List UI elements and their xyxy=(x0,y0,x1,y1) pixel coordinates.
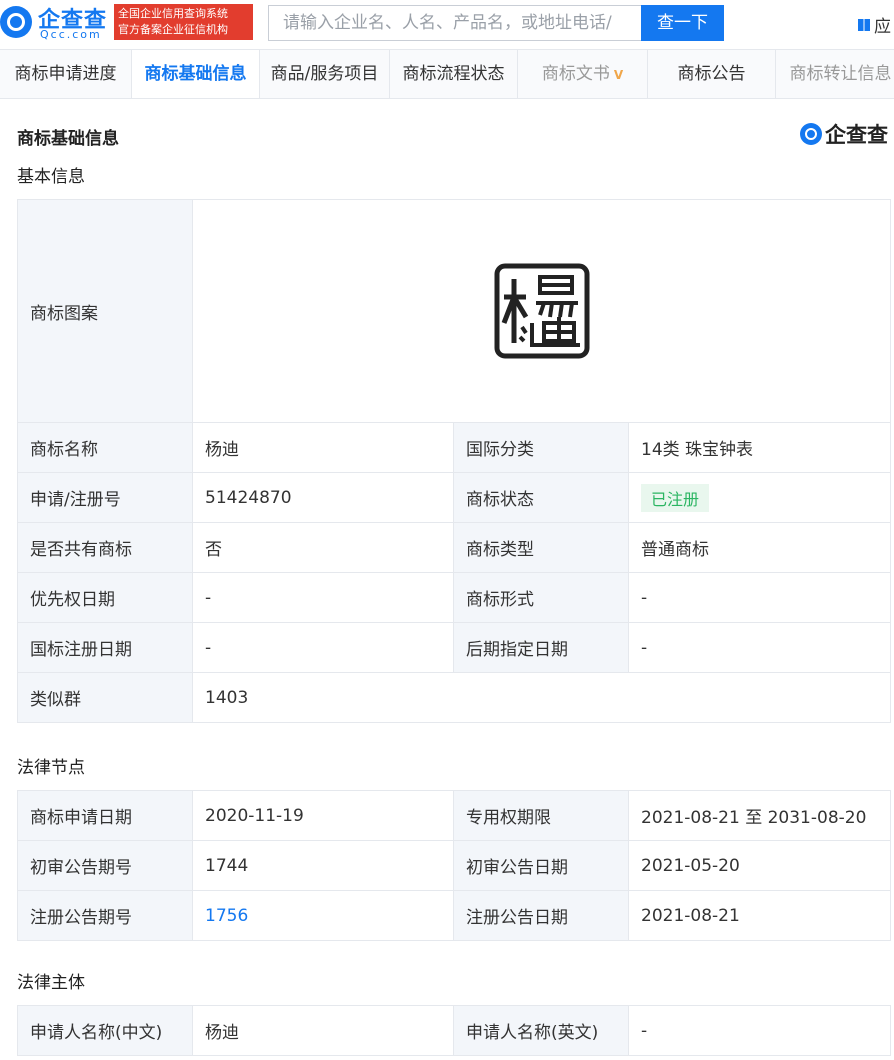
reg-announcement-no-link[interactable]: 1756 xyxy=(205,906,248,926)
tab-goods-services[interactable]: 商品/服务项目 xyxy=(260,50,390,98)
shared-trademark-label: 是否共有商标 xyxy=(17,522,193,573)
status-badge: 已注册 xyxy=(641,483,710,512)
legal-subject-heading: 法律主体 xyxy=(17,973,85,993)
app-grid-icon xyxy=(858,18,870,31)
trademark-form-label: 商标形式 xyxy=(453,572,629,623)
table-row: 初审公告期号 1744 初审公告日期 2021-05-20 xyxy=(17,840,891,891)
tab-bar: 商标申请进度 商标基础信息 商品/服务项目 商标流程状态 商标文书 V 商标公告 … xyxy=(0,49,894,99)
certification-badge: 全国企业信用查询系统 官方备案企业征信机构 xyxy=(114,4,253,40)
table-row: 商标申请日期 2020-11-19 专用权期限 2021-08-21 至 203… xyxy=(17,790,891,841)
prelim-announcement-no-value: 1744 xyxy=(192,840,454,891)
tab-transfer-info[interactable]: 商标转让信息 xyxy=(776,50,894,98)
table-row: 国标注册日期 - 后期指定日期 - xyxy=(17,622,892,673)
cert-line-1: 全国企业信用查询系统 xyxy=(118,7,228,20)
shared-trademark-value: 否 xyxy=(192,522,454,573)
top-header: 企查查 Qcc.com 全国企业信用查询系统 官方备案企业征信机构 请输入企业名… xyxy=(0,0,894,50)
intl-reg-date-value: - xyxy=(192,622,454,673)
applicant-name-en-label: 申请人名称(英文) xyxy=(453,1005,629,1056)
application-date-label: 商标申请日期 xyxy=(17,790,193,841)
prelim-announcement-date-label: 初审公告日期 xyxy=(453,840,629,891)
similar-group-value: 1403 xyxy=(191,672,892,723)
intl-reg-date-label: 国标注册日期 xyxy=(17,622,193,673)
reg-announcement-date-value: 2021-08-21 xyxy=(628,890,891,941)
similar-group-label: 类似群 xyxy=(17,672,193,723)
table-row: 申请人名称(中文) 杨迪 申请人名称(英文) - xyxy=(17,1005,891,1056)
qcc-logo-icon[interactable] xyxy=(0,6,32,38)
cert-line-2: 官方备案企业征信机构 xyxy=(118,23,228,36)
intl-class-label: 国际分类 xyxy=(453,422,629,473)
exclusive-right-period-value: 2021-08-21 至 2031-08-20 xyxy=(628,790,891,841)
application-date-value: 2020-11-19 xyxy=(192,790,454,841)
intl-class-value: 14类 珠宝钟表 xyxy=(627,422,892,473)
tab-application-progress[interactable]: 商标申请进度 xyxy=(0,50,132,98)
reg-announcement-no-cell: 1756 xyxy=(192,890,454,941)
applicant-name-cn-value: 杨迪 xyxy=(192,1005,454,1056)
tab-documents-label: 商标文书 xyxy=(541,64,610,84)
brand-watermark: 企查查 xyxy=(800,119,888,149)
trademark-name-value: 杨迪 xyxy=(192,422,454,473)
tab-documents[interactable]: 商标文书 V xyxy=(518,50,648,98)
trademark-type-label: 商标类型 xyxy=(453,522,629,573)
app-download-link[interactable]: 应 xyxy=(858,12,891,37)
tab-announcements[interactable]: 商标公告 xyxy=(648,50,776,98)
table-row: 类似群 1403 xyxy=(17,672,892,723)
brand-logo-icon xyxy=(800,123,822,145)
table-row: 是否共有商标 否 商标类型 普通商标 xyxy=(17,522,892,573)
trademark-status-label: 商标状态 xyxy=(453,472,629,523)
trademark-status-cell: 已注册 xyxy=(627,472,892,523)
table-row: 商标名称 杨迪 国际分类 14类 珠宝钟表 xyxy=(17,422,892,473)
trademark-seal-image[interactable] xyxy=(492,261,592,361)
applicant-name-en-value: - xyxy=(628,1005,891,1056)
priority-date-label: 优先权日期 xyxy=(17,572,193,623)
tab-process-status[interactable]: 商标流程状态 xyxy=(390,50,518,98)
prelim-announcement-date-value: 2021-05-20 xyxy=(628,840,891,891)
table-row: 商标图案 xyxy=(17,199,892,423)
basic-info-heading: 基本信息 xyxy=(17,167,85,187)
trademark-name-label: 商标名称 xyxy=(17,422,193,473)
table-row: 申请/注册号 51424870 商标状态 已注册 xyxy=(17,472,892,523)
legal-subject-table: 申请人名称(中文) 杨迪 申请人名称(英文) - xyxy=(17,1005,891,1056)
exclusive-right-period-label: 专用权期限 xyxy=(453,790,629,841)
basic-info-table: 商标图案 商标名称 杨迪 国际分类 14类 珠宝钟表 申请/注册号 514248… xyxy=(17,199,892,723)
table-row: 优先权日期 - 商标形式 - xyxy=(17,572,892,623)
tab-basic-info[interactable]: 商标基础信息 xyxy=(132,50,260,98)
reg-announcement-date-label: 注册公告日期 xyxy=(453,890,629,941)
later-designation-date-value: - xyxy=(627,622,892,673)
reg-number-label: 申请/注册号 xyxy=(17,472,193,523)
trademark-image-label: 商标图案 xyxy=(17,199,193,423)
search-button[interactable]: 查一下 xyxy=(641,5,724,41)
prelim-announcement-no-label: 初审公告期号 xyxy=(17,840,193,891)
later-designation-date-label: 后期指定日期 xyxy=(453,622,629,673)
priority-date-value: - xyxy=(192,572,454,623)
reg-announcement-no-label: 注册公告期号 xyxy=(17,890,193,941)
legal-nodes-heading: 法律节点 xyxy=(17,758,85,778)
reg-number-value: 51424870 xyxy=(192,472,454,523)
search-input[interactable]: 请输入企业名、人名、产品名，或地址电话/ xyxy=(268,5,641,41)
vip-icon: V xyxy=(613,68,624,82)
table-row: 注册公告期号 1756 注册公告日期 2021-08-21 xyxy=(17,890,891,941)
app-link-label: 应 xyxy=(874,17,891,37)
trademark-type-value: 普通商标 xyxy=(627,522,892,573)
legal-nodes-table: 商标申请日期 2020-11-19 专用权期限 2021-08-21 至 203… xyxy=(17,790,891,941)
logo-domain: Qcc.com xyxy=(40,28,102,41)
trademark-form-value: - xyxy=(627,572,892,623)
brand-text: 企查查 xyxy=(825,123,888,147)
trademark-image-cell xyxy=(191,199,892,423)
applicant-name-cn-label: 申请人名称(中文) xyxy=(17,1005,193,1056)
page-title: 商标基础信息 xyxy=(17,129,119,149)
